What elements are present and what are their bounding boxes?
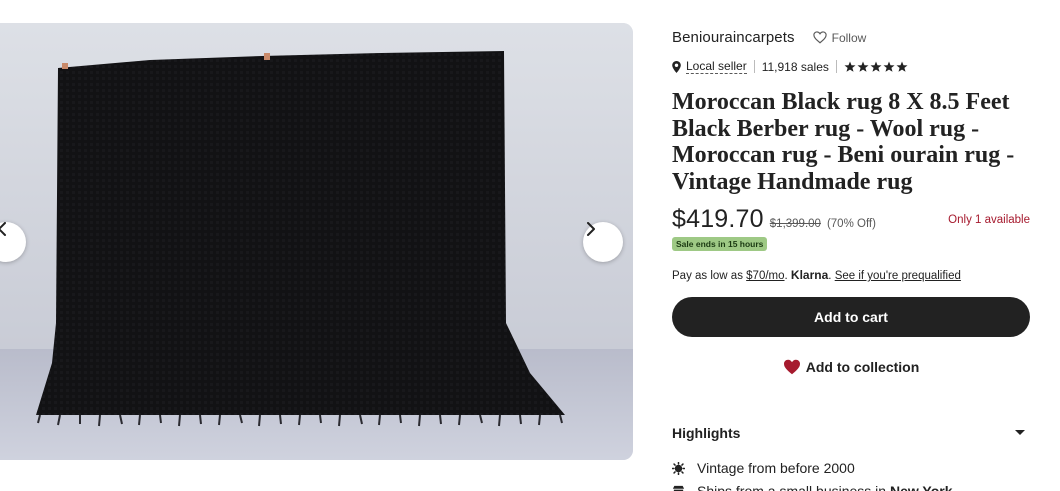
local-seller-badge[interactable]: Local seller — [672, 59, 747, 74]
vintage-icon — [672, 461, 685, 475]
divider — [753, 60, 755, 73]
shop-name-link[interactable]: Beniouraincarpets — [672, 29, 795, 46]
chevron-right-icon — [587, 222, 595, 236]
next-image-button[interactable] — [583, 222, 623, 262]
add-to-cart-label: Add to cart — [814, 309, 888, 325]
listing-title: Moroccan Black rug 8 X 8.5 Feet Black Be… — [672, 89, 1015, 195]
klarna-prefix: Pay as low as — [672, 270, 743, 282]
highlight-item-shipping: Ships from a small business in New York — [672, 483, 952, 491]
highlight-text: Vintage from before 2000 — [697, 460, 855, 476]
shop-rating-stars[interactable] — [844, 61, 908, 73]
discount-percent: (70% Off) — [826, 218, 876, 230]
rug-image — [0, 23, 633, 460]
chevron-down-icon — [1015, 430, 1025, 435]
follow-shop-button[interactable]: Follow — [812, 30, 867, 45]
divider — [835, 60, 837, 73]
highlights-toggle[interactable]: Highlights — [672, 425, 1030, 441]
sales-count: 11,918 sales — [761, 59, 829, 74]
map-pin-icon — [672, 60, 681, 73]
shop-icon — [672, 485, 685, 491]
klarna-period: . — [828, 270, 832, 282]
highlight-item-vintage: Vintage from before 2000 — [672, 460, 855, 476]
availability-text: Only 1 available — [948, 214, 1030, 226]
add-to-cart-button[interactable]: Add to cart — [672, 297, 1030, 337]
klarna-prequalify-link[interactable]: See if you're prequalified — [835, 270, 961, 282]
local-seller-label: Local seller — [686, 59, 747, 74]
add-to-collection-label: Add to collection — [805, 359, 920, 375]
klarna-amount-link[interactable]: $70/mo — [746, 270, 784, 282]
sale-countdown-badge: Sale ends in 15 hours — [672, 237, 768, 251]
follow-label: Follow — [831, 30, 867, 45]
highlights-heading: Highlights — [672, 425, 741, 441]
sale-price: $419.70 — [672, 205, 764, 233]
klarna-logo: Klarna — [790, 268, 829, 282]
heart-outline-icon — [812, 31, 827, 44]
chevron-left-icon — [0, 222, 6, 236]
shop-meta-row: Local seller 11,918 sales — [672, 59, 908, 74]
add-to-collection-button[interactable]: Add to collection — [672, 347, 1030, 387]
original-price: $1,399.00 — [769, 218, 821, 230]
klarna-financing-row: Pay as low as $70/mo. Klarna. See if you… — [672, 268, 961, 282]
highlight-text: Ships from a small business in — [697, 483, 887, 491]
heart-filled-icon — [783, 359, 800, 375]
shop-header: Beniouraincarpets Follow — [672, 29, 866, 46]
listing-image-gallery[interactable] — [0, 23, 633, 460]
highlight-location: New York — [889, 483, 953, 491]
star-icon — [844, 61, 908, 72]
price-row: $419.70 $1,399.00 (70% Off) Only 1 avail… — [672, 205, 1030, 234]
klarna-period: . — [784, 270, 788, 282]
